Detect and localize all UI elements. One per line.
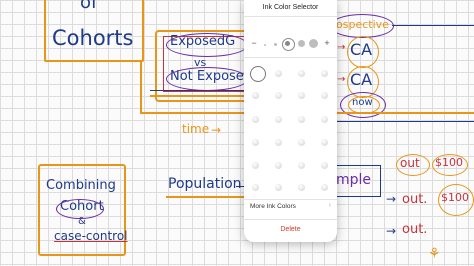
thickness-option-1[interactable]: [264, 44, 266, 46]
ink-color-cell[interactable]: [252, 162, 259, 169]
ca2-text: CA: [350, 70, 373, 89]
ink-color-cell[interactable]: [275, 92, 282, 99]
ink-color-cell[interactable]: [298, 70, 305, 77]
grid-divider: [244, 199, 337, 200]
out3-arrow: →: [386, 224, 397, 238]
prospective-line: [392, 25, 474, 26]
thickness-plus-button[interactable]: +: [322, 38, 332, 48]
blue-line: [150, 90, 244, 91]
thickness-option-3-selected: [285, 41, 290, 46]
ink-color-selector-popover: Ink Color Selector − + More Ink Colors ›…: [244, 0, 337, 242]
ink-color-cell[interactable]: [321, 162, 328, 169]
more-divider: [244, 219, 337, 220]
not-exposed-ellipse: [166, 67, 248, 91]
ink-color-cell[interactable]: [321, 70, 328, 77]
population-dash: [236, 186, 244, 187]
ink-color-cell[interactable]: [275, 162, 282, 169]
right-blue-line: [336, 121, 474, 122]
ca1-arrow: →: [337, 42, 346, 53]
orange-line-top: [150, 95, 244, 97]
ink-color-cell[interactable]: [275, 139, 282, 146]
ca2-arrow: →: [337, 74, 346, 85]
population-text: Population: [168, 176, 242, 192]
thickness-option-4[interactable]: [298, 40, 305, 47]
ink-color-cell[interactable]: [298, 184, 305, 191]
ink-color-cell[interactable]: [298, 139, 305, 146]
population-underline: [166, 196, 244, 198]
ink-color-cell[interactable]: [252, 92, 259, 99]
right-orange-line: [336, 112, 474, 114]
prospective-text: ospective: [336, 18, 389, 31]
more-ink-colors-label: More Ink Colors: [250, 203, 296, 210]
ink-color-cell[interactable]: [252, 184, 259, 191]
popover-title: Ink Color Selector: [262, 4, 319, 11]
out2-text: out.: [402, 192, 428, 207]
sample-text: mple: [336, 172, 372, 188]
note-canvas[interactable]: of Cohorts ExposedG vs Not Expose time →…: [0, 0, 474, 266]
time-arrow: →: [211, 123, 222, 137]
ca1-text: CA: [350, 40, 373, 59]
cohorts-text: Cohorts: [52, 26, 134, 50]
now-purple-ellipse: [340, 92, 386, 118]
ink-color-cell[interactable]: [321, 92, 328, 99]
thickness-option-2[interactable]: [274, 43, 277, 46]
thickness-minus-button[interactable]: −: [249, 38, 259, 48]
ink-color-cell[interactable]: [275, 184, 282, 191]
case-control-text: case-control: [54, 229, 128, 243]
ink-color-cell[interactable]: [250, 66, 266, 82]
price2-text: $100: [441, 191, 469, 204]
of-text: of: [80, 0, 98, 13]
out2-arrow: →: [386, 192, 397, 206]
orange-vert-line: [140, 62, 142, 114]
ink-color-cell[interactable]: [298, 162, 305, 169]
out3-text: out.: [402, 222, 428, 237]
ink-color-cell[interactable]: [321, 116, 328, 123]
exposed-ellipse: [166, 33, 248, 57]
thickness-divider: [244, 57, 337, 58]
ink-color-cell[interactable]: [298, 92, 305, 99]
price1-text: $100: [435, 156, 463, 169]
orange-line-mid: [140, 112, 244, 114]
time-label: time: [182, 122, 210, 136]
combining-text: Combining: [46, 178, 116, 193]
ink-color-cell[interactable]: [252, 139, 259, 146]
ink-color-cell[interactable]: [298, 116, 305, 123]
out1-text: out: [400, 156, 420, 170]
ink-color-cell[interactable]: [252, 116, 259, 123]
ink-color-cell[interactable]: [321, 139, 328, 146]
title-divider: [244, 16, 337, 17]
scribble-mark: ⚘: [428, 246, 441, 262]
thickness-option-5[interactable]: [309, 39, 318, 48]
chevron-right-icon: ›: [328, 202, 331, 209]
amp-text: &: [78, 216, 86, 227]
more-ink-colors-row[interactable]: More Ink Colors ›: [244, 201, 337, 215]
delete-button[interactable]: Delete: [244, 226, 337, 233]
ink-color-cell[interactable]: [321, 184, 328, 191]
ink-color-cell[interactable]: [275, 70, 282, 77]
ink-color-cell[interactable]: [275, 116, 282, 123]
